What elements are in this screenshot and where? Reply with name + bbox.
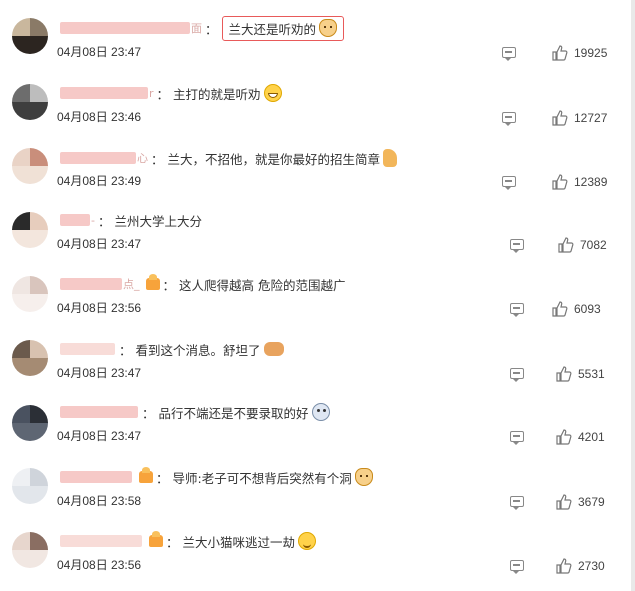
reply-icon[interactable] <box>502 47 516 61</box>
avatar[interactable] <box>12 212 48 248</box>
like-count: 2730 <box>578 559 605 573</box>
shocked-emoji-icon <box>311 403 330 421</box>
crown-badge-icon <box>139 467 153 483</box>
username[interactable] <box>60 533 143 549</box>
comment-date: 04月08日 23:58 <box>57 494 142 508</box>
avatar[interactable] <box>12 18 48 54</box>
cat-emoji-icon <box>354 468 373 486</box>
comment-text: 品行不端还是不要录取的好 <box>158 405 309 421</box>
like-button[interactable]: 7082 <box>558 237 607 253</box>
comment-item: 心 ： 兰大，不招他，就是你最好的招生简章 04月08日 23:49 12389 <box>0 128 631 192</box>
like-button[interactable]: 12389 <box>552 174 607 190</box>
comment-text: 看到这个消息。舒坦了 <box>135 342 261 358</box>
comment-item: ： 兰大小猫咪逃过一劫 04月08日 23:56 2730 <box>0 512 631 576</box>
comment-text: 兰大还是听劝的 <box>228 21 317 37</box>
reply-icon[interactable] <box>510 496 524 510</box>
thumbs-up-icon <box>552 301 568 317</box>
username[interactable]: r <box>60 85 154 101</box>
like-count: 7082 <box>580 238 607 252</box>
thumbs-up-icon <box>552 174 568 190</box>
grin-emoji-icon <box>263 84 282 102</box>
avatar[interactable] <box>12 276 48 312</box>
reply-icon[interactable] <box>510 303 524 317</box>
comment-item: 点_ ： 这人爬得越高 危险的范围越广 04月08日 23:56 6093 <box>0 256 631 320</box>
comment-item: - ： 兰州大学上大分 04月08日 23:47 7082 <box>0 192 631 256</box>
username[interactable]: 面 <box>60 20 202 36</box>
comment-date: 04月08日 23:56 <box>57 301 142 315</box>
comment-date: 04月08日 23:47 <box>57 366 142 380</box>
like-count: 12389 <box>574 175 608 189</box>
like-count: 19925 <box>574 46 608 60</box>
username[interactable] <box>60 341 116 357</box>
thumbs-up-emoji-icon <box>383 149 398 167</box>
avatar[interactable] <box>12 84 48 120</box>
like-count: 12727 <box>574 111 608 125</box>
like-count: 3679 <box>578 495 605 509</box>
reply-icon[interactable] <box>502 112 516 126</box>
avatar[interactable] <box>12 468 48 504</box>
comment-text: 导师:老子可不想背后突然有个洞 <box>172 470 352 486</box>
like-button[interactable]: 3679 <box>556 494 605 510</box>
comment-text: 兰大，不招他，就是你最好的招生简章 <box>167 151 381 167</box>
comment-date: 04月08日 23:47 <box>57 45 142 59</box>
avatar[interactable] <box>12 532 48 568</box>
avatar[interactable] <box>12 148 48 184</box>
like-count: 4201 <box>578 430 605 444</box>
highlighted-comment-box: 兰大还是听劝的 <box>221 15 345 41</box>
smile-emoji-icon <box>298 532 317 550</box>
comment-item: ： 导师:老子可不想背后突然有个洞 04月08日 23:58 3679 <box>0 448 631 512</box>
comment-text: 这人爬得越高 危险的范围越广 <box>179 277 346 293</box>
scrollbar-track[interactable] <box>631 0 635 591</box>
comment-date: 04月08日 23:46 <box>57 110 142 124</box>
thumbs-up-icon <box>552 45 568 61</box>
like-count: 6093 <box>574 302 601 316</box>
like-button[interactable]: 19925 <box>552 45 607 61</box>
comment-text: 兰大小猫咪逃过一劫 <box>182 534 296 550</box>
comment-text: 兰州大学上大分 <box>114 213 203 229</box>
like-button[interactable]: 2730 <box>556 558 605 574</box>
thumbs-up-icon <box>558 237 574 253</box>
username[interactable]: 点_ <box>60 276 140 292</box>
like-button[interactable]: 6093 <box>552 301 601 317</box>
thumbs-up-icon <box>556 558 572 574</box>
comment-text: 主打的就是听劝 <box>173 86 261 102</box>
thumbs-up-icon <box>556 429 572 445</box>
like-button[interactable]: 12727 <box>552 110 607 126</box>
comment-item: r ： 主打的就是听劝 04月08日 23:46 12727 <box>0 64 631 128</box>
like-button[interactable]: 4201 <box>556 429 605 445</box>
username[interactable] <box>60 469 133 485</box>
comment-item: 面 ： 兰大还是听劝的 04月08日 23:47 19925 <box>0 0 631 64</box>
comment-item: ： 品行不端还是不要录取的好 04月08日 23:47 4201 <box>0 384 631 448</box>
comment-date: 04月08日 23:49 <box>57 174 142 188</box>
comment-date: 04月08日 23:47 <box>57 429 142 443</box>
cat-emoji-icon <box>319 19 338 37</box>
reply-icon[interactable] <box>510 560 524 574</box>
thumbs-up-icon <box>552 110 568 126</box>
avatar[interactable] <box>12 340 48 376</box>
comment-item: ： 看到这个消息。舒坦了 04月08日 23:47 5531 <box>0 320 631 384</box>
thumbs-up-icon <box>556 494 572 510</box>
reply-icon[interactable] <box>510 431 524 445</box>
handshake-emoji-icon <box>263 342 284 356</box>
like-button[interactable]: 5531 <box>556 366 605 382</box>
reply-icon[interactable] <box>510 368 524 382</box>
reply-icon[interactable] <box>510 239 524 253</box>
crown-badge-icon <box>149 531 163 547</box>
username[interactable]: - <box>60 212 95 228</box>
crown-badge-icon <box>145 274 160 290</box>
avatar[interactable] <box>12 405 48 441</box>
like-count: 5531 <box>578 367 605 381</box>
username[interactable]: 心 <box>60 150 148 166</box>
thumbs-up-icon <box>556 366 572 382</box>
reply-icon[interactable] <box>502 176 516 190</box>
comment-date: 04月08日 23:47 <box>57 237 142 251</box>
comment-date: 04月08日 23:56 <box>57 558 142 572</box>
username[interactable] <box>60 404 139 420</box>
